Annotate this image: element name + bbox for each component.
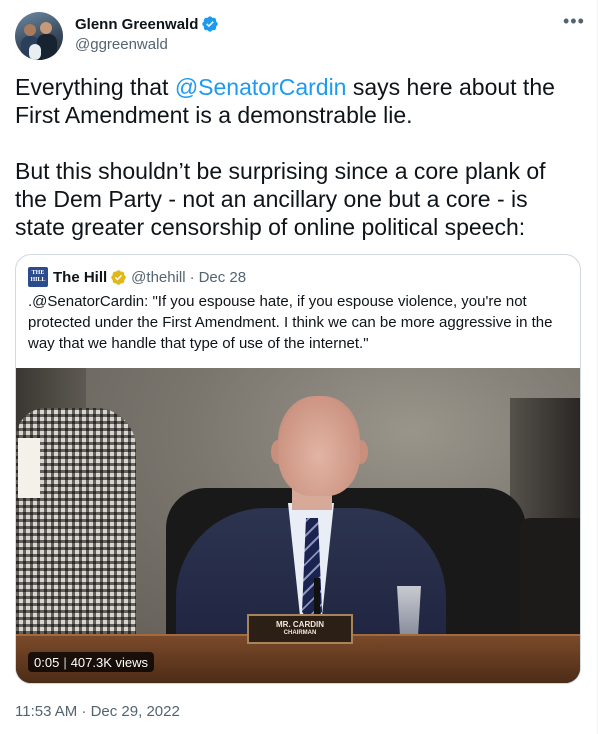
- quoted-tweet[interactable]: THE HILL The Hill @thehill · Dec 28 .@Se…: [15, 254, 581, 684]
- the-hill-logo: THE HILL: [28, 267, 48, 287]
- speaker-head: [278, 396, 360, 496]
- quoted-tweet-header: THE HILL The Hill @thehill · Dec 28: [28, 267, 246, 287]
- quoted-date: Dec 28: [198, 268, 247, 286]
- author-names: Glenn Greenwald @ggreenwald: [75, 14, 219, 53]
- author-avatar[interactable]: [15, 12, 63, 60]
- tweet-timestamp[interactable]: 11:53 AM · Dec 29, 2022: [15, 703, 180, 720]
- tweet-text-segment: Everything that: [15, 74, 175, 100]
- more-horizontal-icon[interactable]: •••: [563, 12, 584, 34]
- tweet-paragraph-2: But this shouldn’t be surprising since a…: [15, 158, 546, 240]
- nameplate-line-2: CHAIRMAN: [283, 630, 317, 636]
- tweet-paragraph-1: Everything that @SenatorCardin says here…: [15, 73, 583, 129]
- author-display-name[interactable]: Glenn Greenwald: [75, 16, 198, 33]
- dot-separator: ·: [189, 268, 195, 286]
- quoted-author-name: The Hill: [53, 268, 108, 286]
- nameplate: MR. CARDIN CHAIRMAN: [247, 614, 353, 644]
- tweet-header: Glenn Greenwald @ggreenwald •••: [15, 12, 584, 62]
- nameplate-line-1: MR. CARDIN: [276, 620, 324, 629]
- video-player[interactable]: MR. CARDIN CHAIRMAN 0:05 | 407.3K views: [16, 368, 580, 683]
- quoted-tweet-text: .@SenatorCardin: "If you espouse hate, i…: [28, 293, 553, 352]
- video-stats-separator: |: [63, 654, 67, 670]
- tweet-text: Everything that @SenatorCardin says here…: [15, 73, 583, 241]
- video-time: 0:05: [34, 654, 60, 670]
- quoted-author-handle: @thehill: [131, 268, 186, 286]
- video-stats: 0:05 | 407.3K views: [28, 652, 155, 672]
- verified-badge-icon: [202, 16, 219, 32]
- microphone: [314, 578, 320, 618]
- mention-link[interactable]: @SenatorCardin: [175, 74, 347, 100]
- gold-verified-badge-icon: [111, 269, 126, 285]
- video-views: 407.3K views: [70, 654, 149, 670]
- author-handle[interactable]: @ggreenwald: [75, 36, 219, 53]
